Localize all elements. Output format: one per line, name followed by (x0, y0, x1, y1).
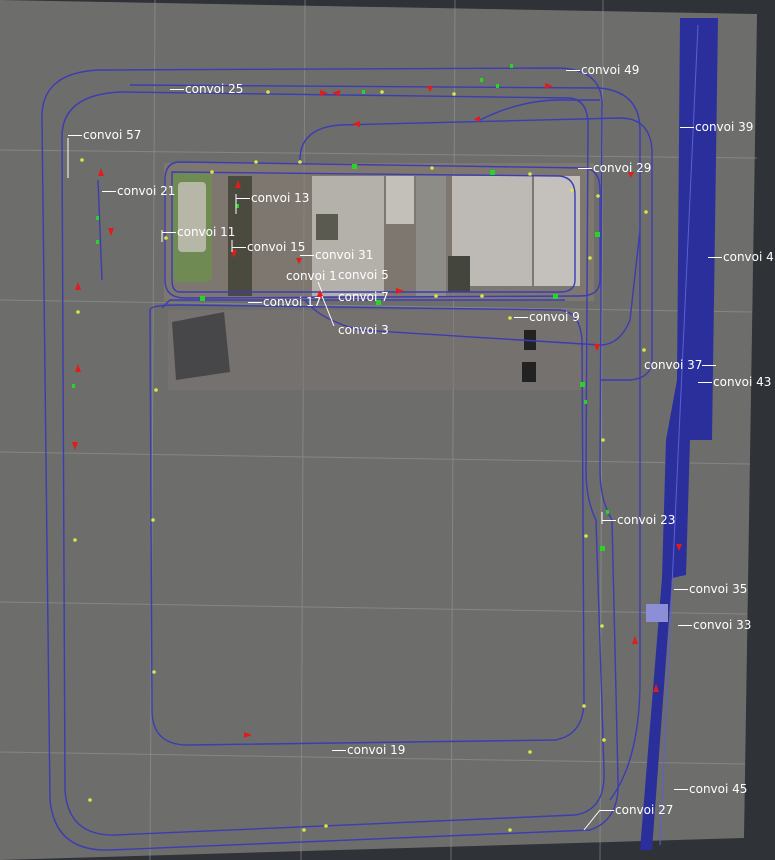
convoy-label-35[interactable]: convoi 35 (674, 582, 747, 596)
convoy-label-45[interactable]: convoi 45 (674, 782, 747, 796)
convoy-label-3[interactable]: convoi 3 (338, 323, 389, 337)
convoy-label-31[interactable]: convoi 31 (300, 248, 373, 262)
convoy-label-9[interactable]: convoi 9 (514, 310, 580, 324)
convoy-label-49[interactable]: convoi 49 (566, 63, 639, 77)
convoy-label-39[interactable]: convoi 39 (680, 120, 753, 134)
convoy-label-5[interactable]: convoi 5 (338, 268, 389, 282)
convoy-label-41[interactable]: convoi 41 (708, 250, 775, 264)
convoy-label-25[interactable]: convoi 25 (170, 82, 243, 96)
highway-ramp (646, 604, 668, 622)
convoy-label-23[interactable]: convoi 23 (602, 513, 675, 527)
convoy-label-1[interactable]: convoi 1 (286, 269, 337, 283)
convoy-label-11[interactable]: convoi 11 (162, 225, 235, 239)
convoy-label-43[interactable]: convoi 43 (698, 375, 771, 389)
convoy-label-27[interactable]: convoi 27 (600, 803, 673, 817)
convoy-label-13[interactable]: convoi 13 (236, 191, 309, 205)
convoy-label-15[interactable]: convoi 15 (232, 240, 305, 254)
convoy-label-19[interactable]: convoi 19 (332, 743, 405, 757)
convoy-label-21[interactable]: convoi 21 (102, 184, 175, 198)
convoy-label-33[interactable]: convoi 33 (678, 618, 751, 632)
convoy-label-7[interactable]: convoi 7 (338, 290, 389, 304)
convoy-label-37[interactable]: convoi 37 (644, 358, 717, 372)
convoy-label-29[interactable]: convoi 29 (578, 161, 651, 175)
convoy-label-57[interactable]: convoi 57 (68, 128, 141, 142)
convoy-label-17[interactable]: convoi 17 (248, 295, 321, 309)
